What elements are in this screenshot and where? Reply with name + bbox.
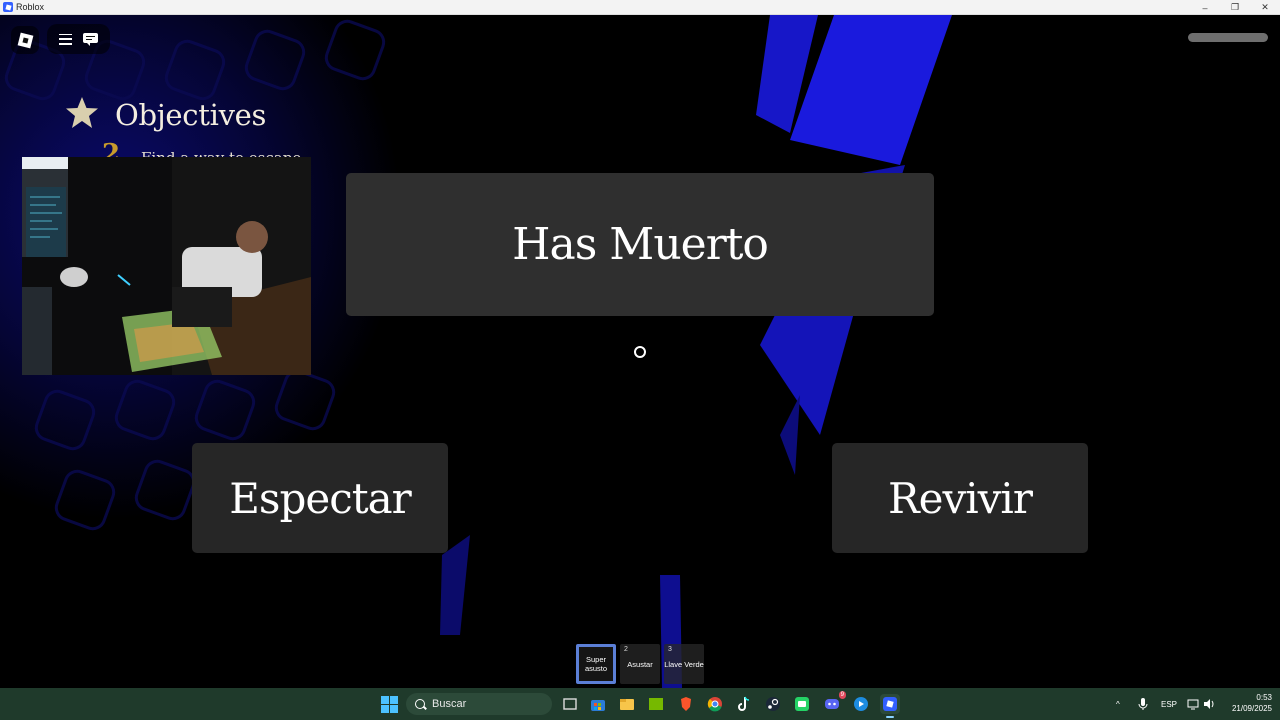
- clock-time: 0:53: [1256, 693, 1272, 702]
- search-icon: [415, 699, 425, 709]
- close-button[interactable]: ✕: [1250, 0, 1280, 15]
- webcam-feed-image: [22, 157, 311, 375]
- death-title-panel: Has Muerto: [346, 173, 934, 316]
- hotbar-slot-number: 2: [624, 646, 628, 653]
- file-explorer-icon[interactable]: [617, 694, 637, 714]
- chat-icon[interactable]: [83, 32, 99, 46]
- chrome-icon[interactable]: [705, 694, 725, 714]
- window-titlebar: Roblox – ❐ ✕: [0, 0, 1280, 15]
- brave-browser-icon[interactable]: [676, 694, 696, 714]
- spectate-button[interactable]: Espectar: [192, 443, 448, 553]
- hotbar-slot-3[interactable]: 3 Llave Verde: [664, 644, 704, 684]
- hotbar-slot-label: Llave Verde: [664, 659, 704, 669]
- tiktok-icon[interactable]: [734, 694, 754, 714]
- taskbar-search-box[interactable]: Buscar: [406, 693, 552, 715]
- clock-date: 21/09/2025: [1231, 704, 1272, 713]
- game-viewport[interactable]: Objectives 2 Find a way to escape: [0, 15, 1280, 688]
- minimize-button[interactable]: –: [1190, 0, 1220, 15]
- task-view-icon[interactable]: [560, 694, 580, 714]
- top-right-status-bar: [1188, 33, 1268, 42]
- inventory-hotbar: Super asusto 2 Asustar 3 Llave Verde: [576, 644, 704, 684]
- roblox-menu-group: [47, 24, 110, 54]
- windows-start-icon[interactable]: [381, 696, 398, 713]
- roblox-taskbar-icon[interactable]: [880, 694, 900, 718]
- microsoft-store-icon[interactable]: [588, 694, 608, 714]
- cursor-indicator-icon: [634, 346, 646, 358]
- hamburger-menu-icon[interactable]: [58, 33, 72, 45]
- media-player-icon[interactable]: [851, 694, 871, 714]
- webcam-overlay: [22, 157, 311, 375]
- hotbar-slot-label: Asustar: [627, 659, 653, 669]
- volume-icon[interactable]: [1203, 688, 1216, 720]
- hotbar-slot-2[interactable]: 2 Asustar: [620, 644, 660, 684]
- maximize-button[interactable]: ❐: [1220, 0, 1250, 15]
- input-language-indicator[interactable]: ESP: [1161, 688, 1177, 720]
- taskbar-clock[interactable]: 0:53 21/09/2025: [1222, 692, 1272, 714]
- roblox-app-icon: [3, 2, 13, 12]
- whatsapp-icon[interactable]: [792, 694, 812, 714]
- nvidia-icon[interactable]: [646, 694, 666, 714]
- network-icon[interactable]: [1187, 688, 1199, 720]
- hotbar-slot-number: 3: [668, 646, 672, 653]
- roblox-menu-logo-button[interactable]: [11, 26, 39, 54]
- steam-icon[interactable]: [763, 694, 783, 714]
- discord-icon[interactable]: 9: [822, 691, 846, 714]
- discord-notification-badge: 9: [838, 691, 846, 699]
- star-icon: [66, 97, 98, 128]
- tray-overflow-chevron[interactable]: ^: [1116, 688, 1120, 720]
- hotbar-slot-label: Super asusto: [584, 655, 608, 673]
- revive-button[interactable]: Revivir: [832, 443, 1088, 553]
- window-title: Roblox: [16, 2, 45, 12]
- hotbar-slot-1[interactable]: Super asusto: [576, 644, 616, 684]
- windows-taskbar: Buscar 9 ^ ESP 0:53 21/09/2025: [0, 688, 1280, 720]
- objectives-heading: Objectives: [115, 98, 267, 132]
- search-placeholder: Buscar: [432, 698, 467, 710]
- microphone-icon[interactable]: [1138, 688, 1148, 720]
